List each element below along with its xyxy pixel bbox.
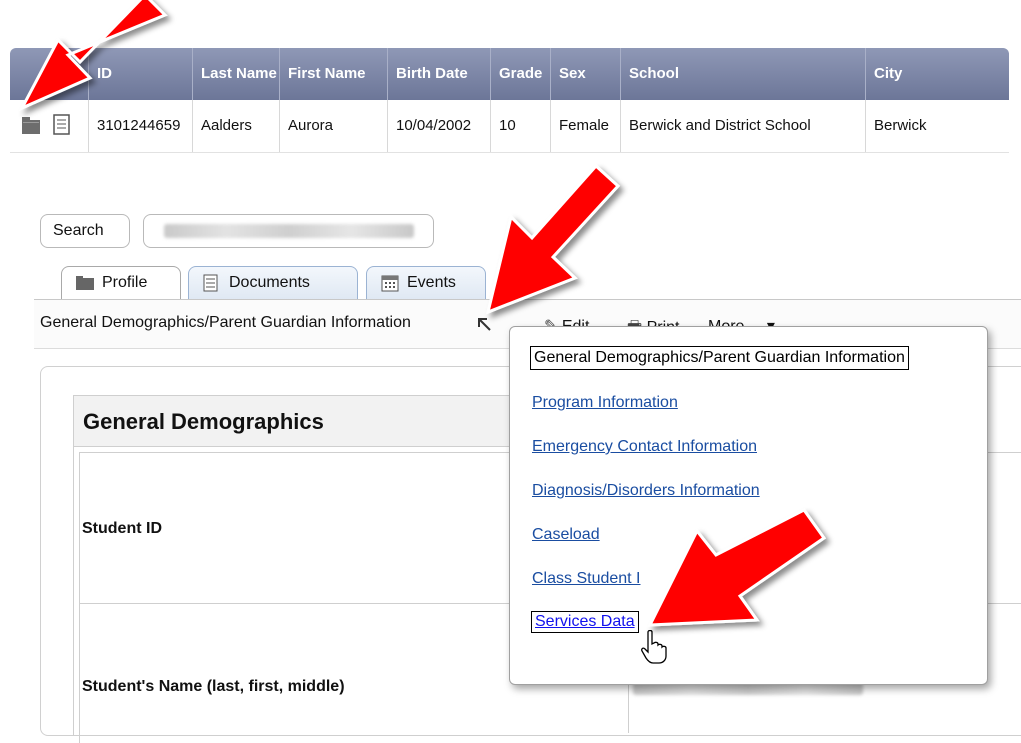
col-header-first-name[interactable]: First Name (279, 48, 387, 100)
student-name-label: Student's Name (last, first, middle) (82, 678, 345, 695)
col-header-grade[interactable]: Grade (490, 48, 550, 100)
menu-item-general-demographics[interactable]: General Demographics/Parent Guardian Inf… (530, 346, 909, 370)
col-header-sex[interactable]: Sex (550, 48, 620, 100)
student-id-label: Student ID (82, 520, 162, 537)
tab-events[interactable]: Events (366, 266, 486, 300)
menu-item-emergency-contact[interactable]: Emergency Contact Information (532, 438, 757, 456)
menu-item-diagnosis-disorders[interactable]: Diagnosis/Disorders Information (532, 482, 760, 500)
tab-label: Events (407, 274, 456, 291)
cell-sex: Female (550, 100, 620, 152)
section-dropdown-menu: General Demographics/Parent Guardian Inf… (509, 326, 988, 685)
page-title: General Demographics (73, 395, 533, 447)
calendar-icon (381, 275, 399, 292)
cell-last-name: Aalders (192, 100, 279, 152)
cell-birth-date: 10/04/2002 (387, 100, 490, 152)
document-icon (203, 274, 218, 292)
cell-grade: 10 (490, 100, 550, 152)
document-icon[interactable] (53, 114, 71, 136)
hand-cursor-icon (640, 629, 668, 664)
col-header-city[interactable]: City (865, 48, 1009, 100)
row-divider (10, 152, 1009, 153)
cell-id[interactable]: 3101244659 (88, 100, 192, 152)
menu-item-program-information[interactable]: Program Information (532, 394, 678, 412)
col-header-id[interactable]: ID (88, 48, 192, 100)
menu-item-caseload[interactable]: Caseload (532, 526, 600, 544)
folder-icon (76, 276, 94, 290)
tab-documents[interactable]: Documents (188, 266, 358, 300)
section-selector[interactable]: General Demographics/Parent Guardian Inf… (40, 314, 411, 332)
col-header-last-name[interactable]: Last Name (192, 48, 279, 100)
menu-item-class-student[interactable]: Class Student I (532, 570, 641, 588)
menu-item-services-data[interactable]: Services Data (531, 611, 639, 633)
folder-icon[interactable] (22, 117, 40, 134)
cell-school: Berwick and District School (620, 100, 865, 152)
red-arrow-icon (485, 163, 621, 315)
breadcrumb-student[interactable] (143, 214, 434, 248)
col-header-school[interactable]: School (620, 48, 865, 100)
expand-arrow-icon[interactable] (476, 316, 492, 332)
blurred-student-name (164, 224, 414, 238)
tab-label: Profile (102, 274, 148, 291)
breadcrumb-search[interactable]: Search (40, 214, 130, 248)
col-header-birth-date[interactable]: Birth Date (387, 48, 490, 100)
tab-profile[interactable]: Profile (61, 266, 181, 300)
tab-label: Documents (229, 274, 310, 291)
cell-first-name: Aurora (279, 100, 387, 152)
cell-city: Berwick (865, 100, 1009, 152)
